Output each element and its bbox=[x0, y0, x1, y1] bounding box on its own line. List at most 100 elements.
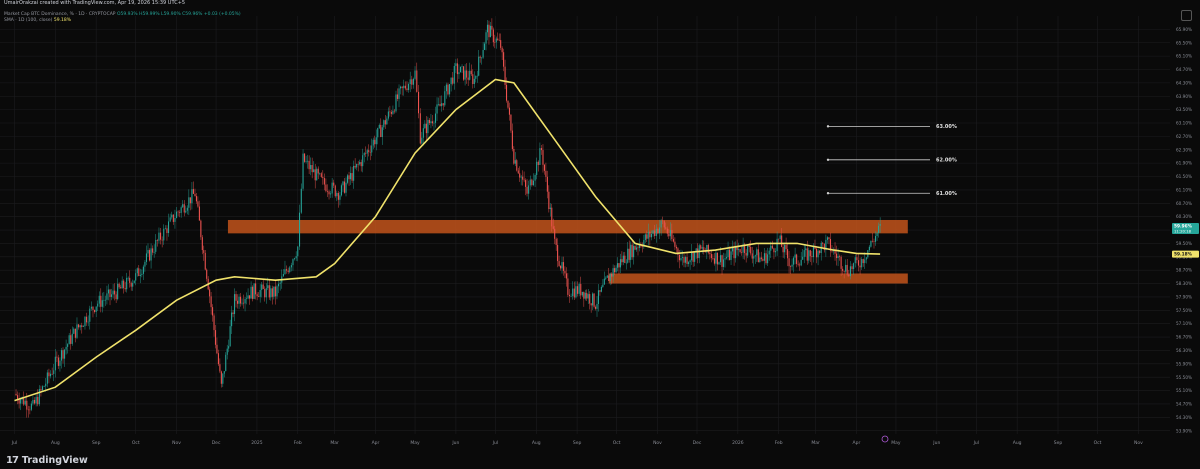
candle-body bbox=[246, 298, 248, 300]
candle-body bbox=[219, 364, 221, 372]
x-tick-label: Feb bbox=[294, 440, 302, 446]
candle-body bbox=[126, 277, 128, 290]
candle-body bbox=[782, 246, 784, 253]
candle-body bbox=[779, 235, 781, 240]
target-dot bbox=[826, 158, 830, 161]
candle-body bbox=[767, 254, 769, 264]
candle-body bbox=[27, 409, 29, 411]
tradingview-logo[interactable]: 17 TradingView bbox=[6, 454, 88, 467]
candle-body bbox=[111, 294, 113, 297]
x-tick-label: Aug bbox=[51, 440, 60, 446]
y-tick-label: 54.70% bbox=[1176, 402, 1192, 407]
candle-body bbox=[621, 259, 623, 263]
candle-body bbox=[857, 260, 860, 266]
candle-body bbox=[267, 285, 269, 289]
candle-body bbox=[138, 268, 140, 276]
candle-body bbox=[660, 220, 662, 228]
candle-body bbox=[86, 316, 88, 323]
candle-body bbox=[523, 179, 525, 181]
candle-body bbox=[179, 212, 181, 213]
candle-body bbox=[773, 248, 775, 253]
candle-body bbox=[121, 280, 123, 289]
candle-body bbox=[473, 78, 475, 85]
candle-body bbox=[339, 195, 341, 200]
candle-body bbox=[567, 278, 569, 295]
candle-body bbox=[472, 74, 474, 85]
candle-body bbox=[228, 346, 230, 349]
candle-body bbox=[393, 110, 396, 112]
candle-body bbox=[45, 383, 47, 387]
candle-body bbox=[139, 274, 141, 276]
candle-body bbox=[634, 245, 636, 250]
candle-body bbox=[466, 70, 468, 78]
candle-body bbox=[511, 130, 513, 149]
candle-body bbox=[627, 248, 629, 263]
candle-body bbox=[753, 256, 755, 259]
candle-body bbox=[534, 174, 536, 181]
candle-body bbox=[345, 182, 347, 193]
candle-body bbox=[760, 257, 762, 260]
target-label: 63.00% bbox=[936, 124, 957, 130]
candle-body bbox=[292, 259, 294, 266]
candle-body bbox=[712, 258, 714, 259]
sma-value: 59.18% bbox=[53, 18, 72, 23]
candle-body bbox=[200, 220, 202, 238]
candle-body bbox=[255, 283, 257, 295]
candle-body bbox=[600, 286, 602, 292]
candle-body bbox=[789, 266, 792, 267]
candle-body bbox=[319, 173, 321, 174]
candle-body bbox=[416, 70, 418, 92]
chart-area[interactable]: Jul Aug Sep Oct Nov Dec 2025 Feb Mar Apr May Jun Jul… bbox=[0, 8, 1200, 449]
price-chart[interactable]: Jul Aug Sep Oct Nov Dec 2025 Feb Mar Apr May Jun Jul… bbox=[0, 8, 1200, 449]
y-tick-label: 55.50% bbox=[1176, 375, 1192, 380]
x-tick-label: May bbox=[410, 440, 420, 446]
candle-body bbox=[366, 150, 368, 154]
candle-body bbox=[409, 79, 411, 85]
candle-body bbox=[46, 372, 48, 384]
candle-body bbox=[274, 286, 276, 297]
candle-body bbox=[33, 399, 36, 404]
candle-body bbox=[171, 214, 173, 218]
candle-body bbox=[120, 287, 122, 289]
candle-body bbox=[800, 259, 802, 266]
candle-body bbox=[625, 262, 627, 264]
candle-body bbox=[669, 230, 671, 237]
candle-body bbox=[330, 193, 332, 195]
candle-body bbox=[722, 259, 725, 267]
candle-body bbox=[681, 257, 684, 259]
candle-body bbox=[94, 309, 96, 313]
candle-body bbox=[180, 207, 182, 213]
candle-body bbox=[223, 371, 225, 374]
candle-body bbox=[614, 268, 616, 273]
candle-body bbox=[340, 185, 343, 196]
candle-body bbox=[79, 325, 81, 328]
candle-body bbox=[166, 228, 168, 234]
candle-body bbox=[76, 324, 78, 338]
candle-body bbox=[64, 349, 66, 359]
candle-body bbox=[273, 286, 275, 297]
candle-body bbox=[433, 122, 435, 124]
candle-body bbox=[697, 248, 699, 259]
candle-body bbox=[459, 66, 462, 73]
candle-body bbox=[30, 403, 32, 410]
candle-body bbox=[123, 280, 125, 289]
candle-body bbox=[608, 275, 610, 281]
candle-body bbox=[84, 316, 86, 327]
candle-body bbox=[133, 280, 135, 283]
candle-body bbox=[380, 124, 382, 137]
settings-icon[interactable] bbox=[1181, 10, 1192, 21]
candle-body bbox=[232, 312, 234, 314]
candle-body bbox=[408, 84, 410, 90]
candle-body bbox=[739, 249, 741, 253]
candle-body bbox=[176, 211, 178, 218]
candle-body bbox=[546, 176, 548, 192]
target-dot bbox=[826, 192, 830, 195]
candle-body bbox=[797, 263, 799, 265]
candle-body bbox=[89, 308, 91, 322]
candle-body bbox=[611, 273, 613, 277]
candle-body bbox=[519, 173, 521, 178]
candle-body bbox=[164, 228, 166, 229]
candle-body bbox=[59, 360, 61, 366]
candle-body bbox=[98, 295, 100, 304]
candle-body bbox=[794, 254, 796, 258]
